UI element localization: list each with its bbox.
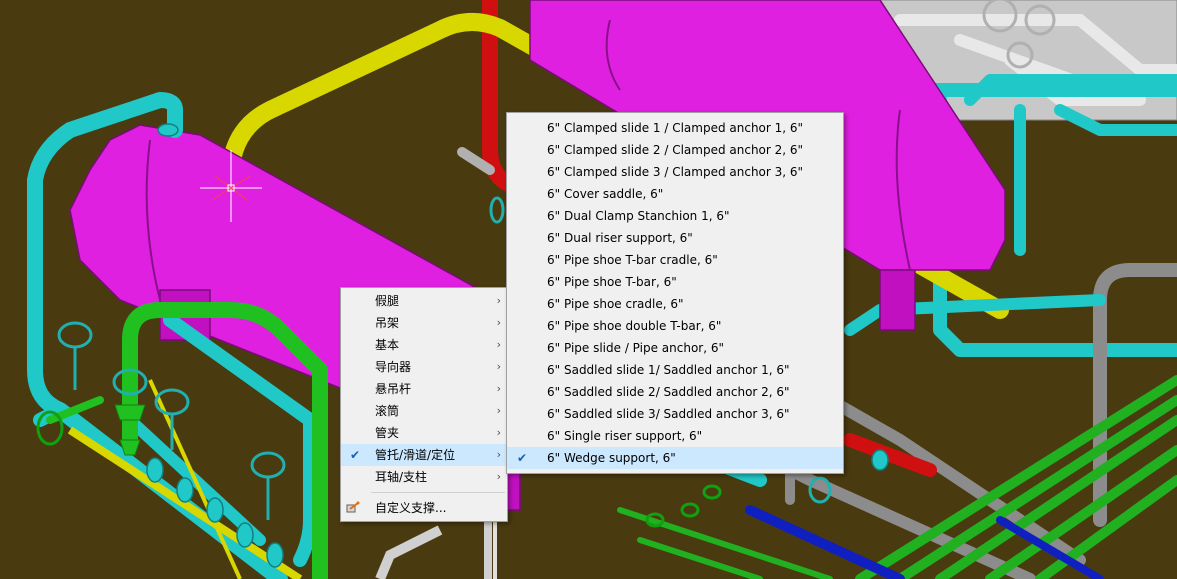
- submenu-item[interactable]: 6" Clamped slide 2 / Clamped anchor 2, 6…: [507, 139, 843, 161]
- submenu-item[interactable]: 6" Cover saddle, 6": [507, 183, 843, 205]
- checkmark-icon: ✔: [516, 451, 528, 465]
- submenu-arrow-icon: ›: [496, 316, 501, 329]
- submenu-item-label: 6" Pipe shoe T-bar cradle, 6": [547, 253, 718, 267]
- checkmark-icon: ✔: [349, 448, 361, 462]
- menu-item-label: 基本: [375, 338, 400, 352]
- submenu-item[interactable]: 6" Dual riser support, 6": [507, 227, 843, 249]
- submenu-item-label: 6" Wedge support, 6": [547, 451, 676, 465]
- submenu-item-selected[interactable]: ✔ 6" Wedge support, 6": [507, 447, 843, 469]
- submenu-item-label: 6" Pipe slide / Pipe anchor, 6": [547, 341, 725, 355]
- shoe-slide-anchor-submenu: 6" Clamped slide 1 / Clamped anchor 1, 6…: [506, 112, 844, 474]
- submenu-item[interactable]: 6" Pipe shoe double T-bar, 6": [507, 315, 843, 337]
- menu-item-shoe-slide-anchor[interactable]: ✔ 管托/滑道/定位 ›: [341, 444, 507, 466]
- submenu-item[interactable]: 6" Dual Clamp Stanchion 1, 6": [507, 205, 843, 227]
- menu-separator: [371, 492, 505, 493]
- menu-item-dummy-leg[interactable]: 假腿 ›: [341, 290, 507, 312]
- menu-item-roller[interactable]: 滚筒 ›: [341, 400, 507, 422]
- menu-item-custom-support[interactable]: 自定义支撑...: [341, 497, 507, 519]
- menu-item-pipe-clamp[interactable]: 管夹 ›: [341, 422, 507, 444]
- submenu-arrow-icon: ›: [496, 382, 501, 395]
- submenu-arrow-icon: ›: [496, 338, 501, 351]
- submenu-item-label: 6" Cover saddle, 6": [547, 187, 664, 201]
- support-context-menu: 假腿 › 吊架 › 基本 › 导向器 › 悬吊杆 › 滚筒 › 管夹 › ✔ 管…: [340, 287, 508, 522]
- submenu-item-label: 6" Saddled slide 3/ Saddled anchor 3, 6": [547, 407, 790, 421]
- submenu-arrow-icon: ›: [496, 404, 501, 417]
- menu-item-hanger[interactable]: 吊架 ›: [341, 312, 507, 334]
- submenu-item[interactable]: 6" Pipe shoe T-bar, 6": [507, 271, 843, 293]
- menu-item-label: 管夹: [375, 426, 400, 440]
- submenu-item-label: 6" Pipe shoe cradle, 6": [547, 297, 684, 311]
- menu-item-label: 滚筒: [375, 404, 400, 418]
- submenu-item[interactable]: 6" Saddled slide 1/ Saddled anchor 1, 6": [507, 359, 843, 381]
- menu-item-label: 自定义支撑...: [375, 501, 447, 515]
- submenu-item[interactable]: 6" Saddled slide 3/ Saddled anchor 3, 6": [507, 403, 843, 425]
- submenu-item[interactable]: 6" Clamped slide 3 / Clamped anchor 3, 6…: [507, 161, 843, 183]
- submenu-item-label: 6" Saddled slide 2/ Saddled anchor 2, 6": [547, 385, 790, 399]
- menu-item-label: 吊架: [375, 316, 400, 330]
- menu-item-trunnion[interactable]: 耳轴/支柱 ›: [341, 466, 507, 488]
- submenu-item[interactable]: 6" Single riser support, 6": [507, 425, 843, 447]
- custom-support-icon: [346, 501, 360, 513]
- submenu-arrow-icon: ›: [496, 360, 501, 373]
- submenu-item-label: 6" Pipe shoe double T-bar, 6": [547, 319, 722, 333]
- menu-item-label: 假腿: [375, 294, 400, 308]
- submenu-arrow-icon: ›: [496, 294, 501, 307]
- submenu-item-label: 6" Clamped slide 2 / Clamped anchor 2, 6…: [547, 143, 804, 157]
- submenu-item[interactable]: 6" Clamped slide 1 / Clamped anchor 1, 6…: [507, 117, 843, 139]
- submenu-item-label: 6" Clamped slide 1 / Clamped anchor 1, 6…: [547, 121, 804, 135]
- submenu-item-label: 6" Dual Clamp Stanchion 1, 6": [547, 209, 730, 223]
- submenu-item-label: 6" Pipe shoe T-bar, 6": [547, 275, 677, 289]
- menu-item-label: 耳轴/支柱: [375, 470, 428, 484]
- submenu-item-label: 6" Saddled slide 1/ Saddled anchor 1, 6": [547, 363, 790, 377]
- submenu-item-label: 6" Single riser support, 6": [547, 429, 703, 443]
- menu-item-label: 导向器: [375, 360, 412, 374]
- menu-item-label: 悬吊杆: [375, 382, 412, 396]
- menu-item-hanger-rod[interactable]: 悬吊杆 ›: [341, 378, 507, 400]
- submenu-arrow-icon: ›: [496, 448, 501, 461]
- submenu-item[interactable]: 6" Pipe shoe cradle, 6": [507, 293, 843, 315]
- submenu-item-label: 6" Dual riser support, 6": [547, 231, 693, 245]
- submenu-item[interactable]: 6" Pipe slide / Pipe anchor, 6": [507, 337, 843, 359]
- submenu-item[interactable]: 6" Saddled slide 2/ Saddled anchor 2, 6": [507, 381, 843, 403]
- submenu-item-label: 6" Clamped slide 3 / Clamped anchor 3, 6…: [547, 165, 804, 179]
- submenu-arrow-icon: ›: [496, 426, 501, 439]
- menu-item-label: 管托/滑道/定位: [375, 448, 456, 462]
- submenu-arrow-icon: ›: [496, 470, 501, 483]
- submenu-item[interactable]: 6" Pipe shoe T-bar cradle, 6": [507, 249, 843, 271]
- menu-item-basic[interactable]: 基本 ›: [341, 334, 507, 356]
- menu-item-guide[interactable]: 导向器 ›: [341, 356, 507, 378]
